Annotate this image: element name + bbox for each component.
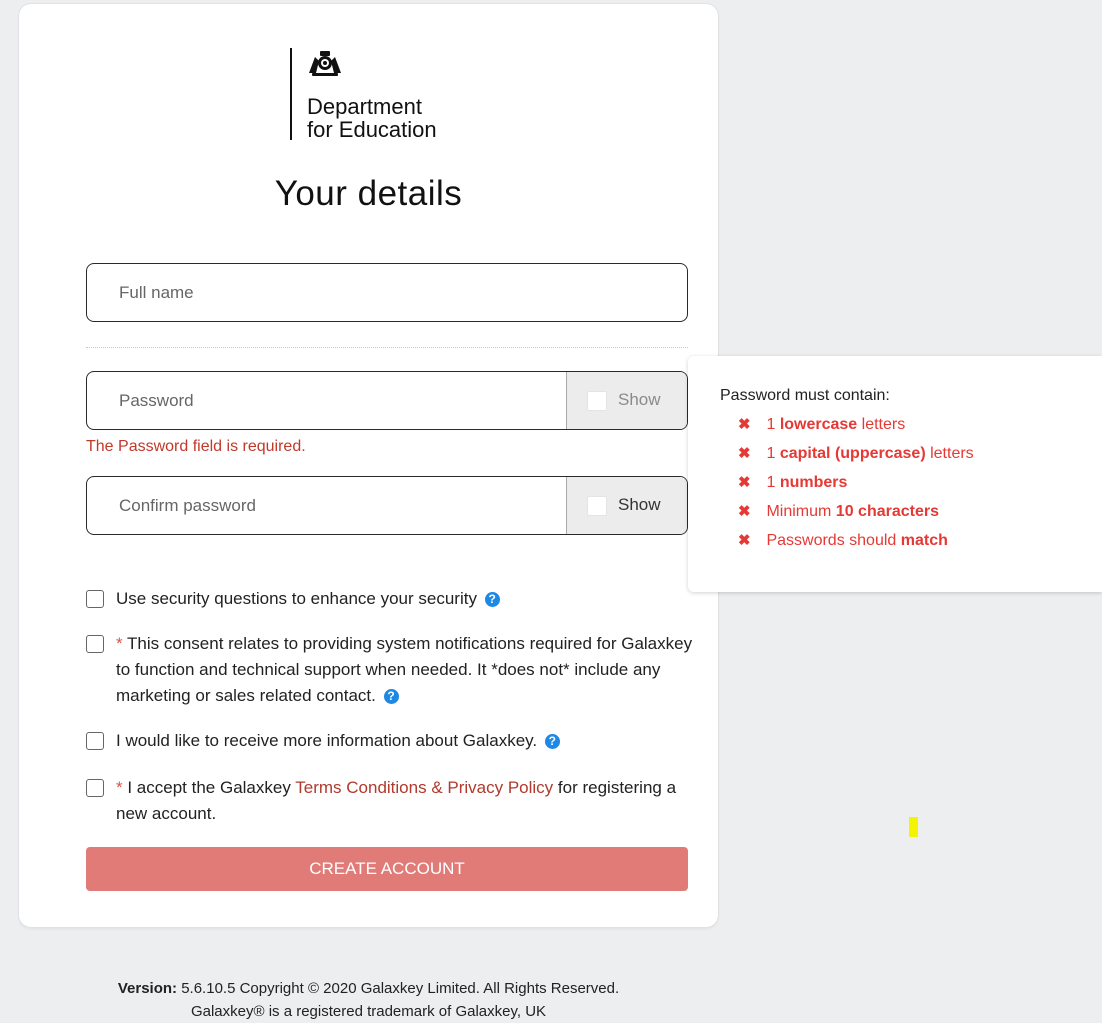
consent-label: This consent relates to providing system… <box>116 634 693 705</box>
password-error-message: The Password field is required. <box>86 438 306 455</box>
rule-emphasis: lowercase <box>779 416 858 433</box>
rule-text: Minimum <box>766 503 832 520</box>
rule-text: 1 <box>766 474 776 491</box>
confirm-password-show-checkbox[interactable] <box>587 496 607 516</box>
cross-icon: ✖ <box>738 474 751 491</box>
consent-checkbox[interactable] <box>86 635 104 653</box>
full-name-input[interactable] <box>87 264 687 321</box>
terms-checkbox[interactable] <box>86 779 104 797</box>
more-info-option: I would like to receive more information… <box>86 728 698 754</box>
password-input[interactable] <box>87 372 568 429</box>
security-questions-checkbox[interactable] <box>86 590 104 608</box>
version-label: Version: <box>117 980 178 997</box>
confirm-password-show-label: Show <box>618 495 661 514</box>
rule-text: letters <box>930 445 974 462</box>
rule-text: 1 <box>766 416 776 433</box>
version-text: 5.6.10.5 Copyright © 2020 Galaxkey Limit… <box>181 980 620 997</box>
password-rules-title: Password must contain: <box>720 387 890 404</box>
cross-icon: ✖ <box>738 503 751 520</box>
cross-icon: ✖ <box>738 416 751 433</box>
help-icon[interactable]: ? <box>484 592 500 607</box>
trademark-line: Galaxkey® is a registered trademark of G… <box>190 1003 547 1020</box>
confirm-password-input[interactable] <box>87 477 568 534</box>
password-show-checkbox[interactable] <box>587 391 607 411</box>
logo-line-2: for Education <box>307 117 437 142</box>
password-show-label: Show <box>618 390 661 409</box>
page-title: Your details <box>274 174 463 213</box>
royal-crest-icon <box>309 51 341 76</box>
terms-option: * I accept the Galaxkey Terms Conditions… <box>86 775 698 827</box>
cross-icon: ✖ <box>738 532 751 549</box>
logo-text: Department for Education <box>307 95 437 141</box>
rule-match: ✖ Passwords should match <box>738 531 948 550</box>
more-info-checkbox[interactable] <box>86 732 104 750</box>
divider <box>86 347 688 348</box>
create-account-button[interactable]: CREATE ACCOUNT <box>86 847 688 891</box>
rule-lowercase: ✖ 1 lowercase letters <box>738 415 905 434</box>
rule-text: letters <box>861 416 906 433</box>
rule-text: Passwords should <box>766 532 897 549</box>
registration-card: Department for Education Your details Sh… <box>19 4 718 927</box>
consent-option: * This consent relates to providing syst… <box>86 631 698 709</box>
full-name-field <box>86 263 688 322</box>
confirm-password-field: Show <box>86 476 688 535</box>
rule-min-length: ✖ Minimum 10 characters <box>738 502 939 521</box>
security-questions-option: Use security questions to enhance your s… <box>86 586 698 612</box>
rule-emphasis: 10 characters <box>835 503 939 520</box>
terms-label-before: I accept the Galaxkey <box>127 778 291 797</box>
version-line: Version: 5.6.10.5 Copyright © 2020 Galax… <box>0 977 737 1000</box>
rule-numbers: ✖ 1 numbers <box>738 473 847 492</box>
logo-line-1: Department <box>307 94 422 119</box>
rule-emphasis: numbers <box>779 474 848 491</box>
rule-emphasis: match <box>900 532 948 549</box>
rule-text: 1 <box>766 445 776 462</box>
help-icon[interactable]: ? <box>383 689 399 704</box>
rule-uppercase: ✖ 1 capital (uppercase) letters <box>738 444 974 463</box>
help-icon[interactable]: ? <box>544 734 560 749</box>
more-info-label: I would like to receive more information… <box>116 731 538 750</box>
password-field: Show <box>86 371 688 430</box>
rule-emphasis: capital (uppercase) <box>779 445 926 462</box>
footer: Version: 5.6.10.5 Copyright © 2020 Galax… <box>0 977 737 1023</box>
security-questions-label: Use security questions to enhance your s… <box>116 589 477 608</box>
password-rules-panel: Password must contain: ✖ 1 lowercase let… <box>688 356 1102 592</box>
text-cursor-marker <box>909 817 918 837</box>
password-show-toggle[interactable]: Show <box>566 372 687 429</box>
cross-icon: ✖ <box>738 445 751 462</box>
terms-privacy-link[interactable]: Terms Conditions & Privacy Policy <box>295 778 553 797</box>
dfe-logo: Department for Education <box>290 48 437 141</box>
required-marker: * <box>116 778 123 797</box>
confirm-password-show-toggle[interactable]: Show <box>566 477 687 534</box>
required-marker: * <box>116 634 123 653</box>
